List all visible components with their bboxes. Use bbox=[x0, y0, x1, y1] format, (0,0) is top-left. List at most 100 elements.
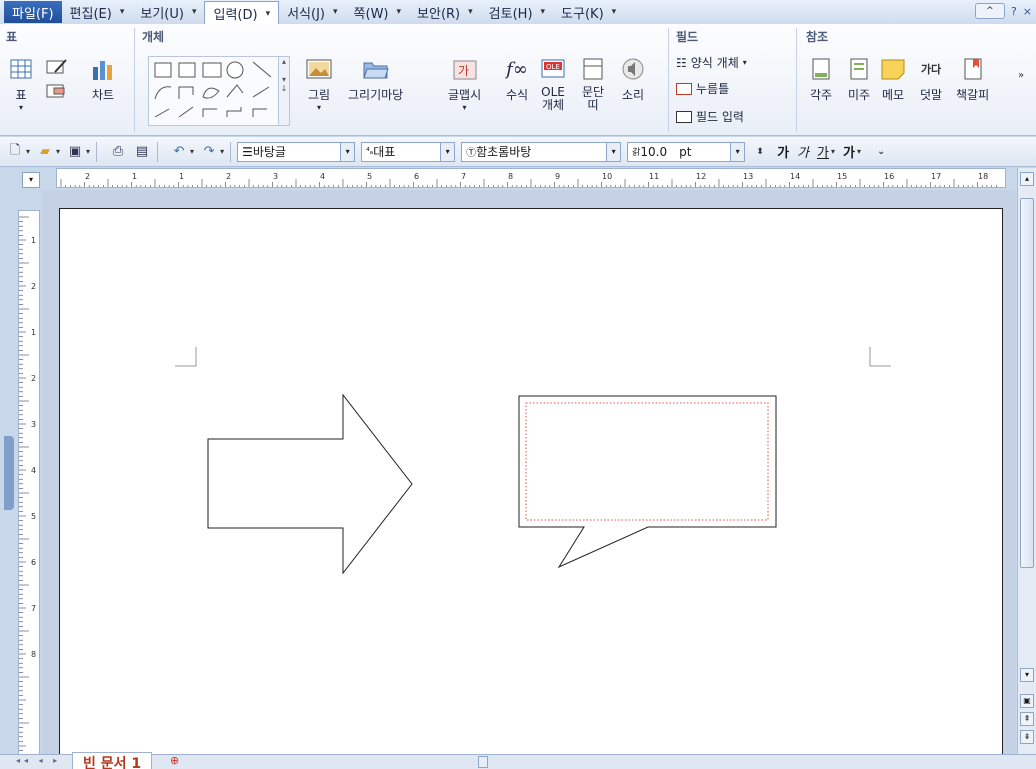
menu-view[interactable]: 보기(U) ▾ bbox=[132, 1, 204, 23]
table-icon bbox=[8, 56, 34, 82]
redo-icon[interactable]: ↷ bbox=[200, 143, 218, 161]
insert-chart-button[interactable]: 차트 bbox=[90, 56, 116, 103]
bookmark-icon bbox=[960, 56, 986, 82]
page-view-button[interactable]: ▣ bbox=[1020, 694, 1034, 708]
shape-gallery[interactable] bbox=[148, 56, 288, 126]
font-select[interactable]: Ⓣ 함초롬바탕 ▾ bbox=[461, 141, 622, 162]
chevron-down-icon: ▾ bbox=[191, 7, 197, 17]
underline-button[interactable]: 가 bbox=[817, 142, 829, 161]
menu-insert[interactable]: 입력(D) ▾ bbox=[204, 1, 280, 25]
table-eraser-icon[interactable] bbox=[46, 82, 68, 103]
prev-page-button[interactable]: ⇞ bbox=[1020, 712, 1034, 726]
drawing-wizard-button[interactable]: 그리기마당 bbox=[348, 56, 403, 103]
menu-edit[interactable]: 편집(E) ▾ bbox=[62, 1, 133, 23]
side-panel-handle[interactable] bbox=[4, 436, 14, 510]
document-page[interactable] bbox=[59, 208, 1003, 768]
chevron-down-icon[interactable]: ▾ bbox=[86, 147, 90, 156]
footnote-button[interactable]: 각주 bbox=[808, 56, 834, 103]
ribbon: 표 개체 필드 참조 표 ▾ 차트 ▴ ▾ ↓ 그림 ▾ 그리기마당 가 글맵시… bbox=[0, 24, 1036, 136]
chevron-down-icon[interactable]: ▾ bbox=[26, 147, 30, 156]
language-icon: ⁴ₐ bbox=[366, 146, 374, 157]
chevron-down-icon[interactable]: ▾ bbox=[56, 147, 60, 156]
right-arrow-shape[interactable] bbox=[207, 393, 413, 575]
vertical-ruler[interactable]: 1 2 1 2 3 4 5 6 7 8 bbox=[18, 210, 40, 755]
chevron-down-icon: ▾ bbox=[462, 103, 467, 112]
ruler-label: 15 bbox=[837, 172, 847, 181]
new-tab-button[interactable]: ⊕ bbox=[170, 754, 179, 767]
save-icon[interactable]: ▣ bbox=[66, 143, 84, 161]
table-edit-icon[interactable] bbox=[46, 58, 68, 79]
bold-button[interactable]: 가 bbox=[777, 142, 789, 161]
ruler-label: 14 bbox=[790, 172, 800, 181]
field-input-button[interactable]: 필드 입력 bbox=[676, 108, 744, 125]
menu-review[interactable]: 검토(H) ▾ bbox=[481, 1, 553, 23]
chevron-down-icon[interactable]: ▾ bbox=[220, 147, 224, 156]
ribbon-more-icon[interactable]: » bbox=[1018, 70, 1024, 81]
print-icon[interactable]: ⎙ bbox=[109, 143, 127, 161]
speech-callout-shape[interactable] bbox=[518, 395, 777, 569]
page-canvas bbox=[175, 347, 891, 575]
horizontal-ruler[interactable]: 2 1 1 2 3 4 5 6 7 8 9 10 11 12 13 14 15 16 17 18 bbox=[56, 168, 1006, 188]
svg-text:OLE: OLE bbox=[546, 63, 560, 71]
chevron-down-icon: ▾ bbox=[611, 7, 617, 17]
form-object-button[interactable]: ☷ 양식 개체 ▾ bbox=[676, 54, 747, 71]
help-icon[interactable]: ? bbox=[1011, 5, 1017, 18]
menu-format[interactable]: 서식(J) ▾ bbox=[279, 1, 345, 23]
menu-tools[interactable]: 도구(K) ▾ bbox=[553, 1, 624, 23]
open-folder-icon[interactable]: ▰ bbox=[36, 143, 54, 161]
ribbon-collapse-button[interactable]: ^ bbox=[974, 3, 1005, 19]
chevron-down-icon: ▾ bbox=[333, 7, 338, 17]
ruler-label: 10 bbox=[602, 172, 612, 181]
print-preview-icon[interactable]: ▤ bbox=[133, 143, 151, 161]
ruler-label: 13 bbox=[743, 172, 753, 181]
vertical-scrollbar[interactable]: ▴ ▾ ▣ ⇞ ⇟ bbox=[1017, 168, 1036, 754]
ruler-label: 2 bbox=[31, 282, 36, 291]
chevron-down-icon[interactable]: ▾ bbox=[831, 147, 835, 156]
strikethrough-button[interactable]: 가 bbox=[843, 142, 855, 161]
menu-page[interactable]: 쪽(W) ▾ bbox=[346, 1, 410, 23]
horizontal-scrollbar-thumb[interactable] bbox=[478, 756, 488, 768]
chevron-down-icon[interactable]: ▾ bbox=[190, 147, 194, 156]
ruler-label: 8 bbox=[31, 650, 36, 659]
paragraph-band-icon bbox=[580, 56, 606, 82]
tab-navigation-buttons[interactable]: ◂◂ ◂ ▸ bbox=[16, 756, 61, 765]
memo-button[interactable]: 메모 bbox=[880, 56, 906, 103]
sound-button[interactable]: 소리 bbox=[620, 56, 646, 103]
document-tab[interactable]: 빈 문서 1 bbox=[72, 752, 153, 769]
insert-picture-button[interactable]: 그림 ▾ bbox=[306, 56, 332, 112]
size-stepper-icon[interactable]: ⬍ bbox=[751, 143, 769, 161]
formula-button[interactable]: f∞ 수식 bbox=[504, 56, 530, 103]
ruler-corner-button[interactable]: ▾ bbox=[22, 172, 40, 188]
scroll-up-button[interactable]: ▴ bbox=[1020, 172, 1034, 186]
bookmark-button[interactable]: 책갈피 bbox=[956, 56, 989, 103]
scrollbar-thumb[interactable] bbox=[1020, 198, 1034, 568]
toolbar-overflow-icon[interactable]: ⌄ bbox=[877, 146, 885, 157]
menu-file[interactable]: 파일(F) bbox=[4, 1, 62, 23]
paragraph-band-button[interactable]: 문단 띠 bbox=[580, 56, 606, 112]
font-size-select[interactable]: 갉 10.0 pt ▾ bbox=[627, 141, 746, 162]
style-icon: ☰ bbox=[242, 144, 253, 159]
chevron-down-icon: ▾ bbox=[18, 103, 23, 112]
font-size-icon: 갉 bbox=[632, 148, 641, 158]
language-select[interactable]: ⁴ₐ 대표 ▾ bbox=[361, 141, 456, 162]
style-select[interactable]: ☰ 바탕글 ▾ bbox=[237, 141, 356, 162]
ruler-label: 4 bbox=[31, 466, 36, 475]
italic-button[interactable]: 가 bbox=[797, 142, 809, 161]
shape-gallery-scroll[interactable]: ▴ ▾ ↓ bbox=[278, 56, 290, 126]
menu-security[interactable]: 보안(R) ▾ bbox=[409, 1, 481, 23]
chevron-down-icon[interactable]: ▾ bbox=[857, 147, 861, 156]
svg-text:가: 가 bbox=[458, 64, 469, 78]
undo-icon[interactable]: ↶ bbox=[170, 143, 188, 161]
new-document-icon[interactable]: 🗋 bbox=[6, 143, 24, 161]
next-page-button[interactable]: ⇟ bbox=[1020, 730, 1034, 744]
chevron-down-icon: ▾ bbox=[730, 142, 745, 161]
click-field-button[interactable]: 누름틀 bbox=[676, 80, 729, 97]
ole-object-button[interactable]: OLE OLE 개체 bbox=[540, 56, 566, 112]
wordart-button[interactable]: 가 글맵시 ▾ bbox=[448, 56, 481, 112]
overlay-text-button[interactable]: 가다 덧말 bbox=[918, 56, 944, 103]
endnote-button[interactable]: 미주 bbox=[846, 56, 872, 103]
insert-table-button[interactable]: 표 ▾ bbox=[8, 56, 34, 112]
speaker-icon bbox=[620, 56, 646, 82]
close-icon[interactable]: × bbox=[1023, 5, 1032, 18]
scroll-down-button[interactable]: ▾ bbox=[1020, 668, 1034, 682]
